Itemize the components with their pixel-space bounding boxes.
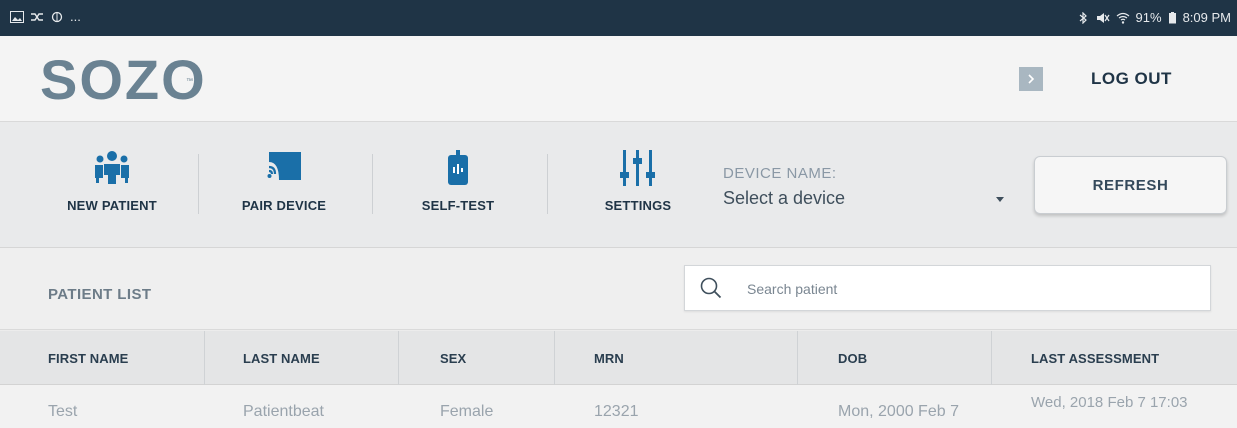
column-divider xyxy=(797,331,798,385)
column-last-assessment[interactable]: LAST ASSESSMENT xyxy=(1031,351,1159,366)
column-mrn[interactable]: MRN xyxy=(594,351,624,366)
settings-button[interactable]: SETTINGS xyxy=(590,150,686,213)
dropdown-caret-icon[interactable] xyxy=(996,197,1004,202)
app-header: SOZO ™ xyxy=(0,36,1237,122)
battery-icon xyxy=(1168,11,1176,23)
cast-icon xyxy=(267,152,301,180)
new-patient-label: NEW PATIENT xyxy=(67,198,157,213)
new-patient-button[interactable]: NEW PATIENT xyxy=(57,150,167,213)
patient-list-header: PATIENT LIST Search patient xyxy=(0,248,1237,330)
column-first-name[interactable]: FIRST NAME xyxy=(48,351,128,366)
people-icon xyxy=(95,151,129,184)
self-test-button[interactable]: SELF-TEST xyxy=(410,150,506,213)
status-bar-time: 8:09 PM xyxy=(1182,10,1231,25)
chevron-right-icon xyxy=(1028,74,1035,84)
expand-menu-button[interactable] xyxy=(1019,67,1043,91)
column-divider xyxy=(991,331,992,385)
status-bar-notifications: ... xyxy=(10,9,81,24)
wifi-icon xyxy=(1116,12,1129,24)
status-bar-system: 91% 8:09 PM xyxy=(1076,10,1231,25)
mute-icon xyxy=(1096,12,1110,23)
logo-text: SOZO xyxy=(40,48,207,111)
shuffle-notification-icon xyxy=(31,12,43,21)
logout-button[interactable]: LOG OUT xyxy=(1091,69,1172,89)
device-test-icon xyxy=(448,150,468,185)
battery-percent: 91% xyxy=(1135,10,1162,25)
search-placeholder: Search patient xyxy=(747,281,838,297)
pair-device-button[interactable]: PAIR DEVICE xyxy=(236,150,332,213)
toolbar-divider xyxy=(372,154,373,214)
device-name-label: DEVICE NAME: xyxy=(723,165,837,182)
patient-list-title: PATIENT LIST xyxy=(48,286,152,303)
toolbar-divider xyxy=(547,154,548,214)
bluetooth-icon xyxy=(1079,11,1087,24)
cell-mrn: 12321 xyxy=(594,403,639,420)
cell-last-name: Patientbeat xyxy=(243,403,324,420)
cell-last-assessment: Wed, 2018 Feb 7 17:03 xyxy=(1031,394,1188,411)
status-bar: ... 91% 8:09 PM xyxy=(0,0,1237,36)
app-notification-icon xyxy=(51,11,63,22)
app-root: ... 91% 8:09 PM SOZO ™ LOG OUT NEW PATIE… xyxy=(0,0,1237,428)
table-header: FIRST NAME LAST NAME SEX MRN DOB LAST AS… xyxy=(0,331,1237,385)
refresh-button[interactable]: REFRESH xyxy=(1034,156,1227,214)
status-bar-more-text: ... xyxy=(70,9,81,24)
toolbar-divider xyxy=(198,154,199,214)
column-divider xyxy=(554,331,555,385)
device-select[interactable]: Select a device xyxy=(723,188,845,209)
cell-dob: Mon, 2000 Feb 7 xyxy=(838,403,959,420)
sliders-icon xyxy=(620,150,655,186)
pair-device-label: PAIR DEVICE xyxy=(241,198,327,213)
column-divider xyxy=(398,331,399,385)
table-row[interactable]: Test Patientbeat Female 12321 Mon, 2000 … xyxy=(0,385,1237,428)
logo-trademark: ™ xyxy=(186,78,193,85)
sozo-logo: SOZO ™ xyxy=(40,52,207,108)
column-last-name[interactable]: LAST NAME xyxy=(243,351,320,366)
cell-first-name: Test xyxy=(48,403,78,420)
search-icon xyxy=(700,277,722,299)
column-sex[interactable]: SEX xyxy=(440,351,466,366)
cell-sex: Female xyxy=(440,403,494,420)
settings-label: SETTINGS xyxy=(604,198,672,213)
action-toolbar: NEW PATIENT PAIR DEVICE SELF-TEST SETTIN… xyxy=(0,122,1237,248)
self-test-label: SELF-TEST xyxy=(421,198,495,213)
column-divider xyxy=(204,331,205,385)
column-dob[interactable]: DOB xyxy=(838,351,867,366)
search-patient-field[interactable]: Search patient xyxy=(684,265,1211,311)
image-notification-icon xyxy=(10,10,24,23)
